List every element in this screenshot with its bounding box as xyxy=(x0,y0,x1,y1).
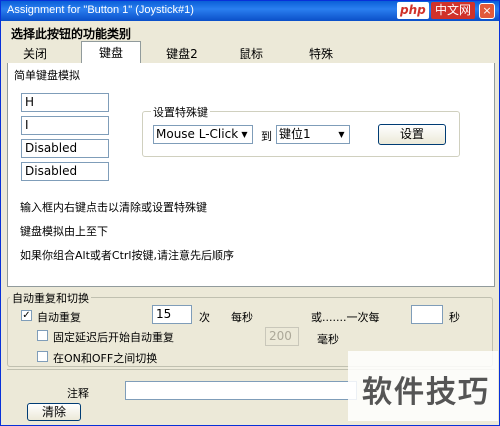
simple-keyboard-label: 简单键盘模拟 xyxy=(14,67,80,83)
assignment-window: Assignment for "Button 1" (Joystick#1) p… xyxy=(0,0,500,426)
category-tabs: 关闭 键盘 键盘2 鼠标 特殊 xyxy=(7,41,495,64)
info-line-2: 键盘模拟由上至下 xyxy=(20,225,108,238)
key-field-4[interactable]: Disabled xyxy=(21,162,109,181)
tab-mouse[interactable]: 鼠标 xyxy=(229,45,273,63)
times-unit: 次 xyxy=(199,311,210,324)
tab-keyboard2[interactable]: 键盘2 xyxy=(155,45,209,63)
auto-repeat-label: 自动重复 xyxy=(37,311,81,324)
chevron-down-icon[interactable]: ▼ xyxy=(335,127,348,142)
note-input[interactable] xyxy=(125,381,357,400)
watermark-cn: 中文网 xyxy=(431,2,476,19)
repeat-seconds-input[interactable] xyxy=(411,305,443,324)
key-field-3[interactable]: Disabled xyxy=(21,139,109,158)
toggle-label: 在ON和OFF之间切换 xyxy=(53,352,158,365)
delay-ms-input[interactable]: 200 xyxy=(265,327,299,346)
window-title: Assignment for "Button 1" (Joystick#1) xyxy=(7,4,194,16)
close-button[interactable]: × xyxy=(479,3,495,19)
per-second-label: 每秒 xyxy=(231,311,253,324)
tab-keyboard[interactable]: 键盘 xyxy=(81,41,141,63)
key-slot-select[interactable]: 键位1 ▼ xyxy=(276,125,350,144)
key-field-2[interactable]: I xyxy=(21,116,109,135)
special-key-legend: 设置特殊键 xyxy=(151,104,210,120)
mouse-action-value: Mouse L-Click xyxy=(156,127,239,141)
info-line-3: 如果你组合Alt或者Ctrl按键,请注意先后顺序 xyxy=(20,249,234,262)
chevron-down-icon[interactable]: ▼ xyxy=(238,127,251,142)
or-each-label: 或.......一次每 xyxy=(311,311,380,324)
watermark-php: php xyxy=(397,2,429,19)
repeat-times-input[interactable]: 15 xyxy=(152,305,192,324)
php-watermark: php 中文网 xyxy=(397,2,477,20)
tab-special[interactable]: 特殊 xyxy=(299,45,343,63)
note-label: 注释 xyxy=(67,387,89,400)
keyboard-panel: 简单键盘模拟 H I Disabled Disabled 设置特殊键 Mouse… xyxy=(7,63,495,287)
clear-button[interactable]: 清除 xyxy=(27,403,81,421)
key-slot-value: 键位1 xyxy=(279,127,311,141)
to-label: 到 xyxy=(261,130,272,143)
key-field-1[interactable]: H xyxy=(21,93,109,112)
toggle-checkbox[interactable] xyxy=(37,351,48,362)
tab-close[interactable]: 关闭 xyxy=(13,45,57,63)
category-heading: 选择此按钮的功能类别 xyxy=(11,27,132,41)
fixed-delay-checkbox[interactable] xyxy=(37,330,48,341)
watermark-text: 软件技巧 xyxy=(362,375,490,410)
repeat-legend: 自动重复和切换 xyxy=(10,290,91,306)
ms-unit: 毫秒 xyxy=(317,333,339,346)
bottom-watermark: 软件技巧 xyxy=(348,351,498,421)
seconds-unit: 秒 xyxy=(449,311,460,324)
set-button[interactable]: 设置 xyxy=(378,124,446,145)
info-line-1: 输入框内右键点击以清除或设置特殊键 xyxy=(20,201,207,214)
title-bar: Assignment for "Button 1" (Joystick#1) p… xyxy=(1,1,499,21)
mouse-action-select[interactable]: Mouse L-Click ▼ xyxy=(153,125,253,144)
auto-repeat-checkbox[interactable]: ✓ xyxy=(21,310,32,321)
fixed-delay-label: 固定延迟后开始自动重复 xyxy=(53,331,174,344)
